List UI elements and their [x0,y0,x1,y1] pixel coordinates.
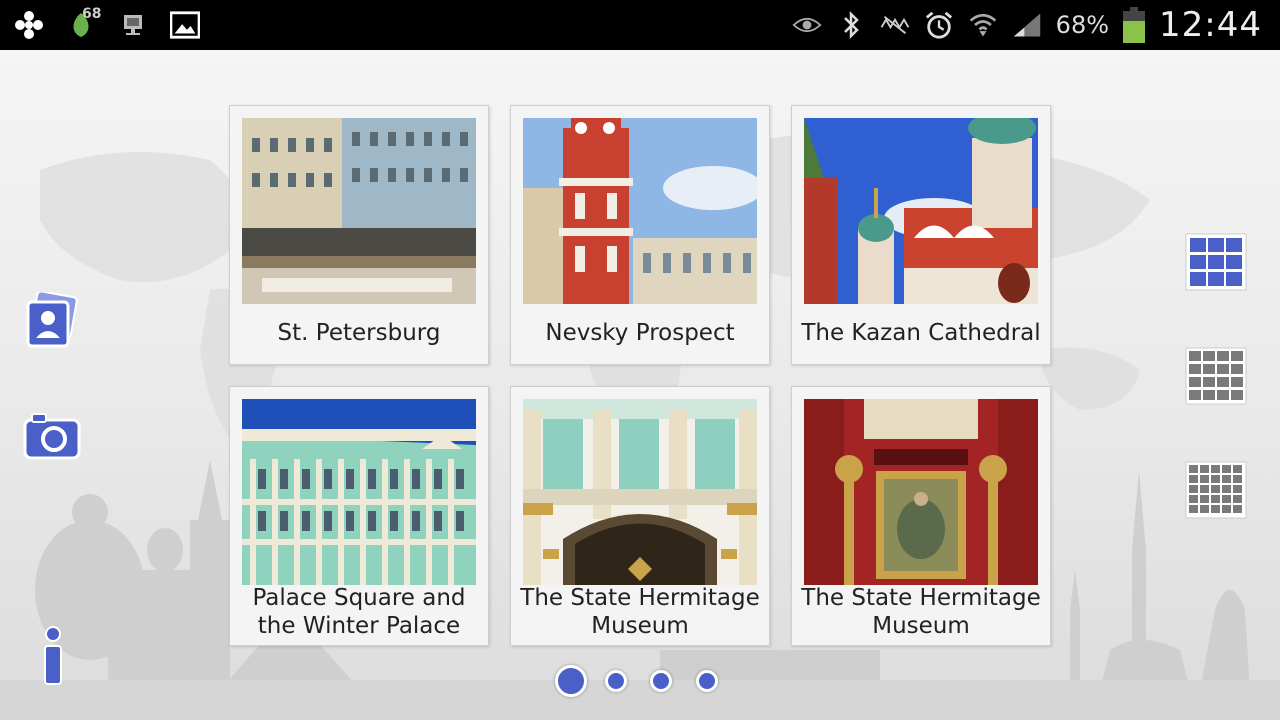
image-icon [170,10,200,40]
grid-4x4-button[interactable] [1184,346,1248,408]
camera-icon [23,413,81,460]
info-button[interactable] [40,626,66,686]
alarm-icon [924,10,954,40]
page-indicator-2[interactable] [605,670,627,692]
info-icon [44,626,62,685]
bluetooth-icon [836,10,866,40]
leaf-icon: 68 [66,6,101,40]
clock: 12:44 [1159,5,1262,45]
battery-icon [1123,7,1146,43]
contacts-photo-button[interactable] [24,290,80,352]
status-bar: 68 68% 12:44 [0,0,1280,50]
contacts-photo-icon [26,290,78,348]
photo-palace-square [242,399,476,585]
grid-5x5-icon [1185,461,1247,519]
device-icon [118,10,148,40]
card-label: Nevsky Prospect [545,320,735,346]
mute-icon [880,10,910,40]
card-label: St. Petersburg [277,320,441,346]
gallery-card-palace-square[interactable]: Palace Square and the Winter Palace [229,386,489,646]
signal-icon [1012,10,1042,40]
photo-hermitage-interior [804,399,1038,585]
page-indicator-1[interactable] [555,665,587,697]
grid-3x3-icon [1185,233,1247,291]
gallery-card-hermitage-exterior[interactable]: The State Hermitage Museum [510,386,770,646]
photo-st-petersburg [242,118,476,304]
gallery-card-kazan-cathedral[interactable]: The Kazan Cathedral [791,105,1051,365]
card-label: The Kazan Cathedral [801,320,1041,346]
card-label: The State Hermitage Museum [520,585,760,639]
eye-icon [792,10,822,40]
gallery-card-hermitage-interior[interactable]: The State Hermitage Museum [791,386,1051,646]
grid-3x3-button[interactable] [1184,232,1248,294]
grid-5x5-button[interactable] [1184,460,1248,522]
page-indicator-3[interactable] [650,670,672,692]
page-indicator-4[interactable] [696,670,718,692]
photo-nevsky-prospect [523,118,757,304]
gallery-card-nevsky-prospect[interactable]: Nevsky Prospect [510,105,770,365]
camera-button[interactable] [22,410,82,462]
grid-4x4-icon [1185,347,1247,405]
wifi-icon [968,10,998,40]
battery-fill [1123,21,1146,43]
app-icon [14,10,44,40]
notification-count: 68 [82,6,102,22]
photo-kazan-cathedral [804,118,1038,304]
card-label: Palace Square and the Winter Palace [252,585,466,639]
gallery-card-st-petersburg[interactable]: St. Petersburg [229,105,489,365]
photo-hermitage-exterior [523,399,757,585]
card-label: The State Hermitage Museum [801,585,1041,639]
battery-percent: 68% [1055,11,1110,39]
